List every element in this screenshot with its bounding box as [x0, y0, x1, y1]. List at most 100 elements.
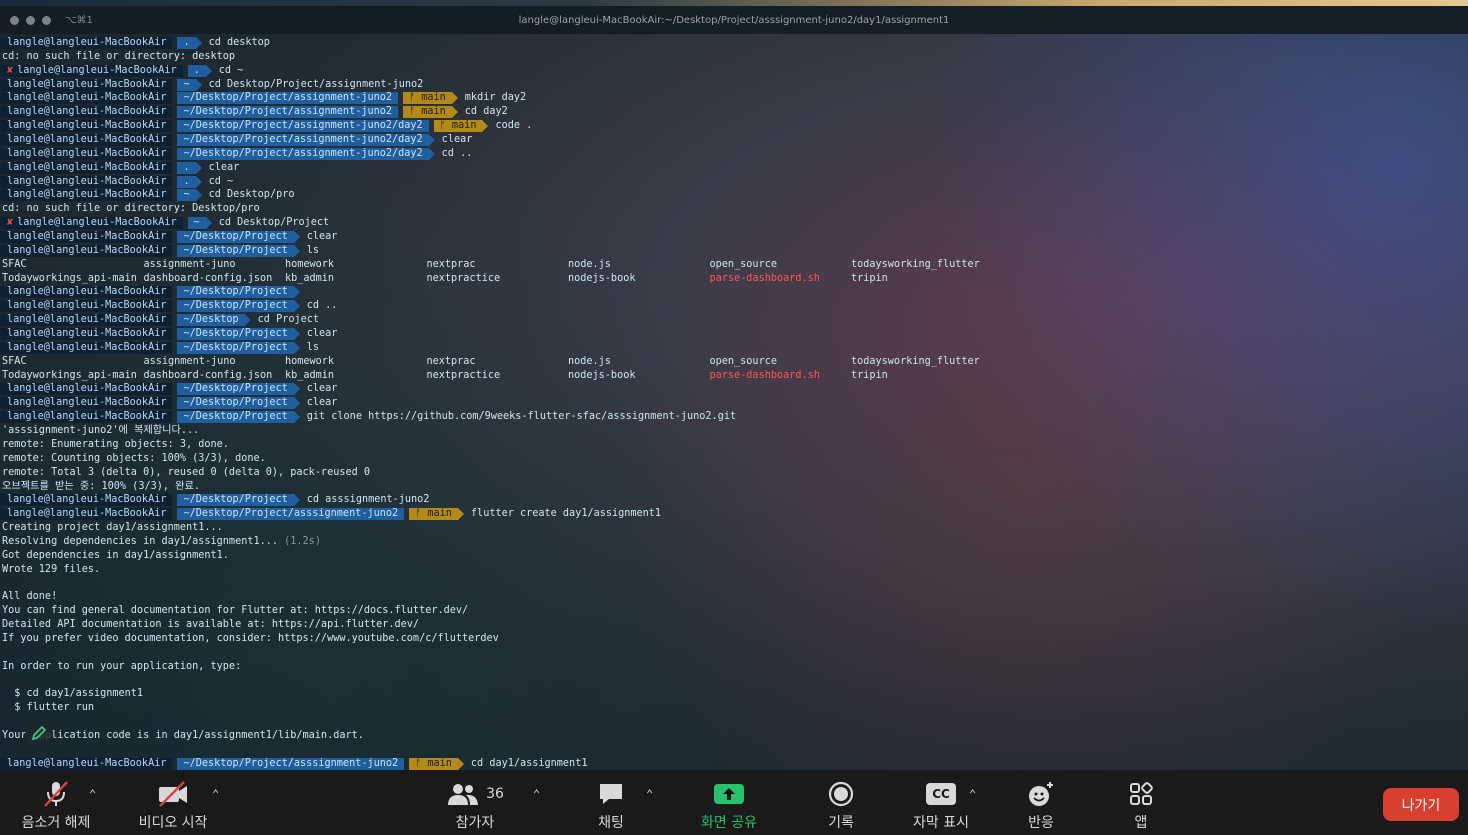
prompt-arrow [205, 217, 212, 230]
annotate-pencil-button[interactable] [25, 719, 53, 747]
show-captions-button[interactable]: CC 자막 표시 [902, 770, 980, 835]
prompt-git-branch: ᚠ main [403, 106, 452, 119]
terminal-line: You can find general documentation for F… [0, 604, 1468, 618]
prompt-git-branch: ᚠ main [409, 757, 458, 770]
ls-entry: homework [285, 355, 335, 367]
command-text: cd desktop [208, 37, 270, 48]
prompt-arrow [457, 508, 464, 521]
terminal-line: remote: Total 3 (delta 0), reused 0 (del… [0, 466, 1468, 480]
terminal-line: Resolving dependencies in day1/assignmen… [0, 535, 1468, 549]
reactions-button[interactable]: 반응 [1016, 770, 1066, 835]
prompt-arrow [428, 133, 435, 146]
ls-entry: parse-dashboard.sh [709, 369, 820, 381]
chat-options-chevron-up-icon[interactable]: ⌃ [646, 787, 653, 801]
prompt-arrow [293, 327, 300, 340]
command-text: cd Desktop/pro [208, 189, 295, 201]
terminal-output[interactable]: langle@langleui-MacBookAir. cd desktop cd:… [0, 36, 1468, 770]
ls-entry: nextpractice [426, 369, 501, 381]
ls-entry: node.js [568, 258, 611, 270]
terminal-line: langle@langleui-MacBookAir. cd ~ [0, 175, 1468, 189]
prompt-user-text: langle@langleui-MacBookAir [7, 133, 167, 145]
ls-entry: nextpractice [426, 272, 501, 284]
prompt-user: langle@langleui-MacBookAir [0, 189, 173, 202]
terminal-line: Todayworkings_api-main dashboard-config.j… [0, 272, 1468, 286]
participants-button[interactable]: 36 참가자 [440, 770, 510, 835]
participants-count: 36 [486, 786, 504, 802]
start-video-button[interactable]: 비디오 시작 [130, 770, 216, 835]
prompt-path: ~/Desktop/Project/asssignment-juno2 [177, 508, 405, 521]
prompt-arrow [293, 411, 300, 424]
ls-entry: tripin [851, 369, 888, 381]
prompt-path: ~/Desktop/Project [177, 397, 294, 410]
output-text: cd: no such file or directory: desktop [2, 50, 236, 62]
terminal-line: Creating project day1/assignment1... [0, 521, 1468, 535]
terminal-line: Your application code is in day1/assignm… [0, 729, 1468, 743]
reactions-label: 반응 [1028, 815, 1054, 831]
command-text: git clone https://github.com/9weeks-flut… [306, 411, 737, 423]
unmute-button[interactable]: 음소거 해제 [16, 770, 96, 835]
command-text: cd asssignment-juno2 [306, 494, 430, 506]
output-text: Wrote 129 files. [2, 563, 101, 575]
terminal-line: langle@langleui-MacBookAir ~/Desktop/Proj… [0, 341, 1468, 355]
prompt-user: langle@langleui-MacBookAir [0, 230, 173, 243]
leave-meeting-button[interactable]: 나가기 [1383, 788, 1459, 821]
video-options-chevron-up-icon[interactable]: ⌃ [212, 787, 219, 801]
terminal-line: ✘ langle@langleui-MacBookAir. cd ~ [0, 64, 1468, 78]
apps-icon [1127, 780, 1155, 808]
command-text: clear [306, 231, 338, 243]
terminal-line: Wrote 129 files. [0, 563, 1468, 577]
prompt-path: ~/Desktop/Project [177, 494, 294, 507]
prompt-path: . [187, 64, 206, 77]
share-screen-label: 화면 공유 [701, 815, 757, 831]
output-text: 'asssignment-juno2'에 복제합니다... [2, 425, 200, 437]
prompt-path: ~/Desktop/Project/assignment-juno2/day2 [177, 147, 429, 160]
chat-button[interactable]: 채팅 [586, 770, 636, 835]
output-text: cd: no such file or directory: Desktop/p… [2, 203, 260, 215]
prompt-path: ~/Desktop/Project/assignment-juno2 [177, 106, 399, 119]
terminal-line: If you prefer video documentation, consi… [0, 632, 1468, 646]
prompt-arrow [195, 161, 202, 174]
prompt-arrow [293, 230, 300, 243]
prompt-user-text: langle@langleui-MacBookAir [7, 92, 167, 104]
terminal-line: langle@langleui-MacBookAir ~/Desktop/Proj… [0, 382, 1468, 396]
captions-options-chevron-up-icon[interactable]: ⌃ [969, 787, 976, 801]
terminal-line: 오브젝트를 받는 중: 100% (3/3), 완료. [0, 480, 1468, 494]
prompt-arrow [293, 300, 300, 313]
prompt-user-text: langle@langleui-MacBookAir [7, 78, 167, 90]
prompt-user-text: langle@langleui-MacBookAir [7, 175, 167, 187]
terminal-line: langle@langleui-MacBookAir ~ cd Desktop/Pr… [0, 78, 1468, 92]
output-text: Got dependencies in day1/assignment1. [2, 549, 229, 561]
ls-entry: assignment-juno [143, 355, 236, 367]
terminal-line: remote: Counting objects: 100% (3/3), do… [0, 452, 1468, 466]
record-button[interactable]: 기록 [816, 770, 866, 835]
prompt-path: ~/Desktop/Project [177, 341, 294, 354]
record-label: 기록 [828, 815, 854, 831]
terminal-line: langle@langleui-MacBookAir ~/Desktop/Proj… [0, 230, 1468, 244]
participants-options-chevron-up-icon[interactable]: ⌃ [533, 787, 540, 801]
terminal-line: langle@langleui-MacBookAir ~/Desktop/Proj… [0, 91, 1468, 105]
participants-label: 참가자 [455, 815, 495, 831]
terminal-line: remote: Enumerating objects: 3, done. [0, 438, 1468, 452]
ls-entry: open_source [709, 355, 777, 367]
prompt-user: langle@langleui-MacBookAir [0, 92, 173, 105]
prompt-arrow [195, 189, 202, 202]
terminal-line: $ flutter run [0, 701, 1468, 715]
command-text: clear [441, 134, 473, 146]
prompt-user: ✘ langle@langleui-MacBookAir [0, 217, 183, 230]
audio-options-chevron-up-icon[interactable]: ⌃ [89, 787, 96, 801]
terminal-line: Detailed API documentation is available … [0, 618, 1468, 632]
prompt-user: langle@langleui-MacBookAir [0, 397, 173, 410]
prompt-user: langle@langleui-MacBookAir [0, 494, 173, 507]
ls-output-row: Todayworkings_api-main dashboard-config.j… [0, 272, 993, 286]
prompt-path: . [177, 161, 196, 174]
prompt-arrow [195, 175, 202, 188]
share-screen-button[interactable]: 화면 공유 [690, 770, 768, 835]
prompt-path: ~ [177, 78, 196, 91]
chat-icon [597, 780, 625, 808]
prompt-user: langle@langleui-MacBookAir [0, 383, 173, 396]
command-text: clear [306, 383, 338, 395]
apps-button[interactable]: 앱 [1116, 770, 1166, 835]
terminal-line: langle@langleui-MacBookAir ~/Desktop/Proj… [0, 493, 1468, 507]
prompt-user-text: langle@langleui-MacBookAir [7, 286, 167, 298]
